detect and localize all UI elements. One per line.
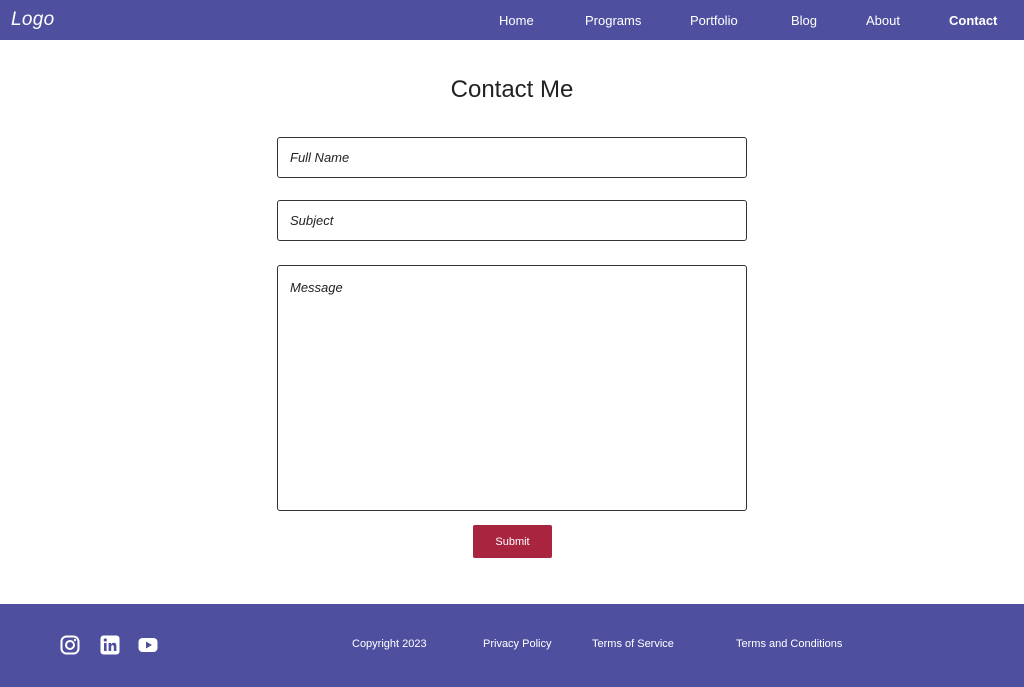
instagram-icon[interactable] bbox=[60, 635, 80, 655]
nav-portfolio[interactable]: Portfolio bbox=[690, 13, 738, 28]
site-header: Logo Home Programs Portfolio Blog About … bbox=[0, 0, 1024, 40]
logo[interactable]: Logo bbox=[11, 9, 54, 31]
subject-input[interactable] bbox=[277, 200, 747, 241]
site-footer: Copyright 2023 Privacy Policy Terms of S… bbox=[0, 604, 1024, 687]
copyright-text: Copyright 2023 bbox=[352, 638, 427, 650]
submit-button[interactable]: Submit bbox=[473, 525, 552, 558]
nav-programs[interactable]: Programs bbox=[585, 13, 641, 28]
nav-home[interactable]: Home bbox=[499, 13, 534, 28]
full-name-input[interactable] bbox=[277, 137, 747, 178]
privacy-policy-link[interactable]: Privacy Policy bbox=[483, 638, 551, 650]
nav-blog[interactable]: Blog bbox=[791, 13, 817, 28]
youtube-icon[interactable] bbox=[138, 635, 158, 655]
nav-about[interactable]: About bbox=[866, 13, 900, 28]
nav-contact[interactable]: Contact bbox=[949, 13, 997, 28]
page-title: Contact Me bbox=[450, 76, 574, 103]
message-textarea[interactable] bbox=[277, 265, 747, 511]
terms-of-service-link[interactable]: Terms of Service bbox=[592, 638, 674, 650]
linkedin-icon[interactable] bbox=[100, 635, 120, 655]
terms-and-conditions-link[interactable]: Terms and Conditions bbox=[736, 638, 842, 650]
